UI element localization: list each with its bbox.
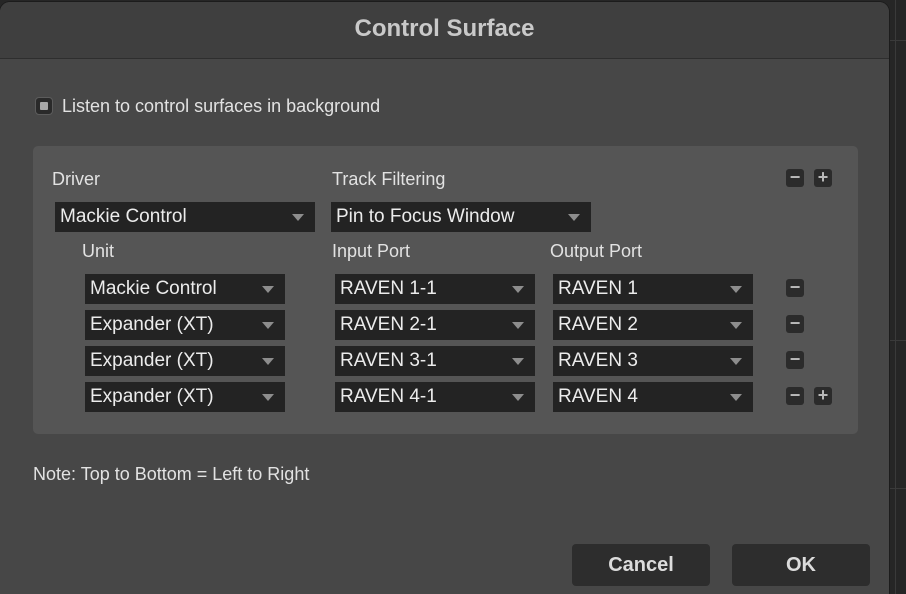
control-surface-dialog: Control Surface Listen to control surfac… — [0, 2, 889, 594]
chevron-down-icon — [262, 322, 274, 329]
input-port-select[interactable]: RAVEN 2-1 — [335, 310, 535, 340]
chevron-down-icon — [730, 322, 742, 329]
chevron-down-icon — [262, 286, 274, 293]
add-unit-button[interactable]: + — [814, 385, 832, 405]
minus-icon: − — [789, 167, 801, 187]
output-port-select[interactable]: RAVEN 1 — [553, 274, 753, 304]
checkbox-checked-mark — [40, 102, 48, 110]
control-surface-settings-panel: Driver Track Filtering − + Mackie Contro… — [33, 146, 858, 434]
minus-icon: − — [789, 385, 801, 405]
chevron-down-icon — [568, 214, 580, 221]
input-port-select[interactable]: RAVEN 1-1 — [335, 274, 535, 304]
chevron-down-icon — [730, 358, 742, 365]
input-port-select-value: RAVEN 1-1 — [340, 278, 437, 299]
listen-background-label: Listen to control surfaces in background — [62, 95, 381, 116]
ok-button[interactable]: OK — [732, 544, 870, 586]
output-port-select[interactable]: RAVEN 2 — [553, 310, 753, 340]
track-filtering-select-value: Pin to Focus Window — [336, 206, 515, 227]
output-port-select[interactable]: RAVEN 4 — [553, 382, 753, 412]
unit-select-value: Expander (XT) — [90, 350, 214, 371]
chevron-down-icon — [730, 286, 742, 293]
minus-icon: − — [789, 349, 801, 369]
driver-select[interactable]: Mackie Control — [55, 202, 315, 232]
input-port-select[interactable]: RAVEN 4-1 — [335, 382, 535, 412]
input-port-select-value: RAVEN 3-1 — [340, 350, 437, 371]
input-port-column-header: Input Port — [332, 241, 411, 261]
unit-select-value: Mackie Control — [90, 278, 217, 299]
driver-label: Driver — [52, 169, 100, 189]
remove-unit-button[interactable]: − — [786, 349, 804, 369]
chevron-down-icon — [512, 358, 524, 365]
input-port-select-value: RAVEN 4-1 — [340, 386, 437, 407]
track-filtering-label: Track Filtering — [332, 169, 446, 189]
output-port-select-value: RAVEN 4 — [558, 386, 638, 407]
remove-unit-button[interactable]: − — [786, 277, 804, 297]
chevron-down-icon — [512, 286, 524, 293]
plus-icon: + — [817, 385, 829, 405]
cancel-button[interactable]: Cancel — [572, 544, 710, 586]
remove-surface-button[interactable]: − — [786, 167, 804, 187]
chevron-down-icon — [262, 394, 274, 401]
dialog-titlebar: Control Surface — [0, 2, 889, 59]
driver-select-value: Mackie Control — [60, 206, 187, 227]
remove-unit-button[interactable]: − — [786, 385, 804, 405]
output-port-select-value: RAVEN 3 — [558, 350, 638, 371]
minus-icon: − — [789, 313, 801, 333]
unit-select[interactable]: Mackie Control — [85, 274, 285, 304]
listen-background-row[interactable]: Listen to control surfaces in background — [35, 95, 380, 117]
ordering-note: Note: Top to Bottom = Left to Right — [33, 464, 310, 484]
remove-unit-button[interactable]: − — [786, 313, 804, 333]
unit-column-header: Unit — [82, 241, 115, 261]
input-port-select-value: RAVEN 2-1 — [340, 314, 437, 335]
output-port-column-header: Output Port — [550, 241, 643, 261]
chevron-down-icon — [292, 214, 304, 221]
chevron-down-icon — [730, 394, 742, 401]
unit-select[interactable]: Expander (XT) — [85, 382, 285, 412]
listen-background-checkbox[interactable] — [35, 97, 53, 115]
dialog-title: Control Surface — [354, 15, 535, 42]
unit-select-value: Expander (XT) — [90, 386, 214, 407]
chevron-down-icon — [512, 322, 524, 329]
track-filtering-select[interactable]: Pin to Focus Window — [331, 202, 591, 232]
output-port-select-value: RAVEN 1 — [558, 278, 638, 299]
input-port-select[interactable]: RAVEN 3-1 — [335, 346, 535, 376]
chevron-down-icon — [512, 394, 524, 401]
plus-icon: + — [817, 167, 829, 187]
unit-select-value: Expander (XT) — [90, 314, 214, 335]
unit-select[interactable]: Expander (XT) — [85, 346, 285, 376]
minus-icon: − — [789, 277, 801, 297]
output-port-select[interactable]: RAVEN 3 — [553, 346, 753, 376]
output-port-select-value: RAVEN 2 — [558, 314, 638, 335]
chevron-down-icon — [262, 358, 274, 365]
background-divider — [895, 0, 896, 594]
add-surface-button[interactable]: + — [814, 167, 832, 187]
unit-select[interactable]: Expander (XT) — [85, 310, 285, 340]
